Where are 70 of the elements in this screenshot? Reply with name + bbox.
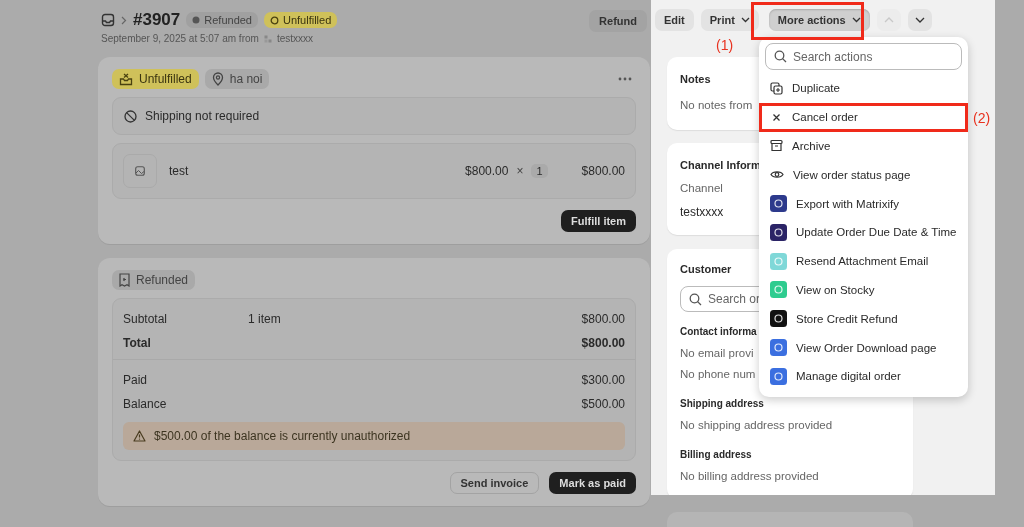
status-badge: Refunded (186, 12, 258, 28)
section-text: No email provi (680, 346, 754, 360)
menu-item[interactable]: View Order Download page (765, 333, 962, 362)
summary-label: Total (123, 336, 152, 350)
card-title: Customer (680, 262, 732, 276)
order-number: #3907 (133, 10, 181, 30)
fulfillment-badge: Unfulfilled (112, 69, 199, 89)
balance-label: Balance (123, 397, 168, 411)
archive-icon (770, 139, 783, 153)
location-badge: ha noi (204, 69, 270, 89)
annotation-label: (2) (973, 110, 991, 126)
balance-amount: $500.00 (581, 397, 625, 411)
refund-button[interactable]: Refund (589, 10, 647, 32)
section-title: Shipping address (680, 397, 764, 411)
menu-item[interactable]: Update Order Due Date & Time (765, 218, 962, 247)
warning-icon (133, 430, 146, 442)
toolbar-button[interactable]: Print (700, 9, 759, 31)
menu-item[interactable]: Duplicate (765, 74, 962, 103)
section-text: No phone num (680, 367, 756, 381)
channel-value: testxxxx (680, 205, 724, 219)
send-invoice-button[interactable]: Send invoice (449, 472, 540, 494)
section-title: Billing address (680, 448, 752, 462)
summary-amount: $800.00 (581, 336, 625, 350)
fulfill-item-button[interactable]: Fulfill item (561, 210, 636, 232)
summary-amount: $800.00 (581, 312, 625, 326)
duplicate-icon (770, 81, 783, 95)
card-title: Channel Inform (680, 158, 761, 172)
more-icon[interactable] (618, 77, 632, 81)
next-order-button[interactable] (907, 9, 932, 31)
annotation-label: (1) (716, 37, 734, 53)
section-title: Contact informa (680, 325, 757, 339)
chevron-up-icon (883, 17, 894, 23)
menu-item[interactable]: Resend Attachment Email (765, 246, 962, 276)
menu-item[interactable]: Archive (765, 131, 962, 161)
payment-badge: Refunded (112, 270, 196, 290)
summary-label: Subtotal (123, 312, 169, 326)
search-actions-field[interactable]: Search actions (765, 43, 962, 70)
menu-item[interactable]: Cancel order (759, 102, 968, 132)
balance-label: Paid (123, 373, 149, 387)
image-placeholder-icon (123, 154, 157, 188)
line-total: $800.00 (581, 164, 625, 178)
menu-item[interactable]: View on Stocky (765, 275, 962, 305)
store-icon (263, 34, 272, 43)
balance-amount: $300.00 (581, 373, 625, 387)
menu-item[interactable]: View order status page (765, 160, 962, 190)
shipping-text: Shipping not required (145, 109, 260, 123)
notes-text: No notes from (680, 98, 753, 112)
channel-name: testxxxx (276, 33, 313, 44)
toolbar-button[interactable]: Edit (655, 9, 694, 31)
menu-item[interactable]: Export with Matrixify (765, 189, 962, 218)
channel-label: Channel (680, 181, 723, 195)
order-date: September 9, 2025 at 5:07 am from (101, 33, 259, 44)
warning-text: $500.00 of the balance is currently unauthorized (154, 429, 411, 443)
chevron-down-icon (914, 17, 925, 23)
multiply-sign: × (516, 164, 524, 178)
prohibited-icon (124, 109, 137, 123)
section-text: No billing address provided (680, 469, 819, 483)
card-title: Notes (680, 72, 711, 86)
status-badge: Unfulfilled (264, 12, 338, 28)
inbox-icon (101, 13, 115, 27)
chevron-right-icon (121, 15, 127, 25)
unit-price: $800.00 (465, 164, 509, 178)
menu-item[interactable]: Manage digital order (765, 361, 962, 391)
product-name: test (169, 164, 190, 178)
toolbar-button[interactable]: More actions (768, 9, 870, 31)
quantity-badge: 1 (531, 164, 548, 178)
summary-detail: 1 item (248, 312, 282, 326)
mark-as-paid-button[interactable]: Mark as paid (549, 472, 636, 494)
menu-item[interactable]: Store Credit Refund (765, 304, 962, 334)
section-text: No shipping address provided (680, 418, 833, 432)
